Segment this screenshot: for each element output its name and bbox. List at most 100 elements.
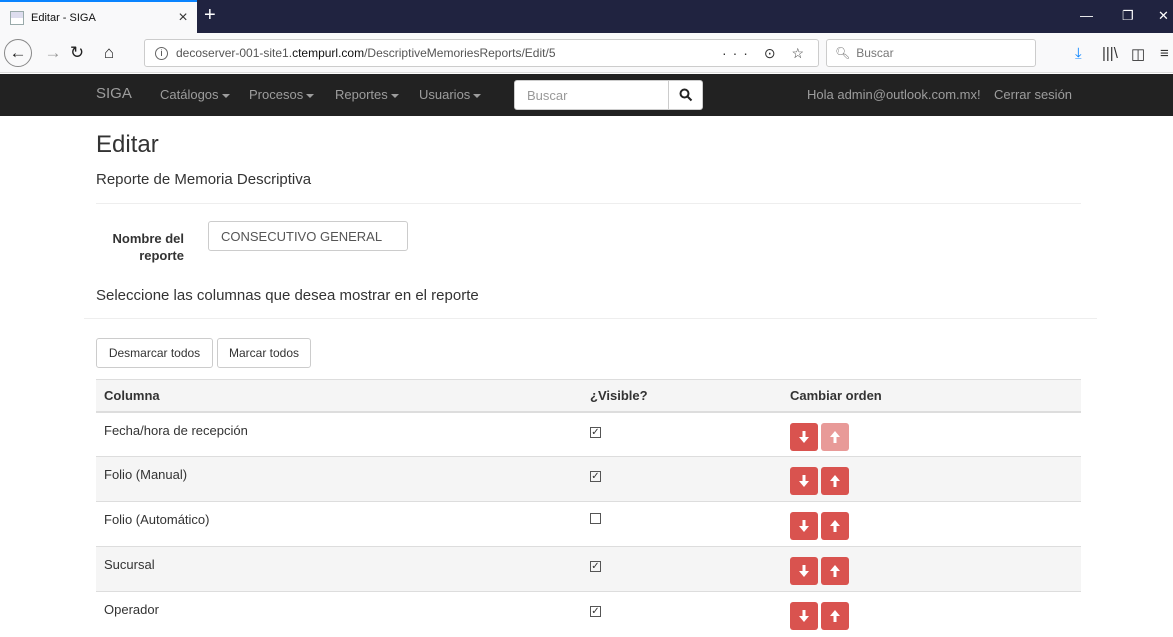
header-visible: ¿Visible? [582,379,782,413]
visible-checkbox[interactable]: ✓ [590,426,601,438]
caret-down-icon [473,93,482,98]
order-cell [782,546,1081,592]
app-search-placeholder: Buscar [527,87,568,103]
column-name-cell: Sucursal [96,546,582,592]
visible-cell: ✓ [582,546,782,592]
user-greeting[interactable]: Hola admin@outlook.com.mx! [807,87,981,102]
columns-table: Columna ¿Visible? Cambiar orden Fecha/ho… [96,379,1081,637]
logout-link[interactable]: Cerrar sesión [994,87,1072,102]
table-row: Folio (Automático) [96,501,1081,547]
caret-down-icon [306,93,315,98]
menu-reportes[interactable]: Reportes [335,87,399,102]
move-up-button[interactable] [821,467,849,495]
app-search-input[interactable]: Buscar [514,80,669,110]
move-up-button[interactable] [821,557,849,585]
report-name-input[interactable]: CONSECUTIVO GENERAL [208,221,408,251]
caret-down-icon [221,93,230,98]
header-cambiar-orden: Cambiar orden [782,379,1081,413]
move-down-button[interactable] [790,422,818,451]
table-header-row: Columna ¿Visible? Cambiar orden [96,379,1081,413]
home-icon[interactable]: ⌂ [96,40,122,66]
visible-checkbox[interactable] [590,513,601,524]
visible-cell: ✓ [582,591,782,637]
move-up-button[interactable] [821,422,849,451]
close-window-icon[interactable]: ✕ [1158,8,1169,24]
table-row: Sucursal ✓ [96,546,1081,592]
move-down-button[interactable] [790,557,818,585]
restore-icon[interactable]: ❐ [1122,8,1134,24]
visible-cell: ✓ [582,456,782,502]
move-down-button[interactable] [790,467,818,495]
arrow-up-icon [830,430,840,443]
sidebar-icon[interactable]: ◫ [1131,45,1145,63]
order-cell [782,456,1081,502]
column-name-cell: Operador [96,591,582,637]
close-tab-icon[interactable]: × [173,9,193,27]
order-cell [782,411,1081,457]
order-cell [782,591,1081,637]
move-up-button[interactable] [821,512,849,540]
info-icon[interactable]: i [155,46,168,60]
page-subtitle: Reporte de Memoria Descriptiva [96,171,312,188]
move-down-button[interactable] [790,602,818,630]
arrow-up-icon [830,565,840,577]
browser-toolbar: ← → ↻ ⌂ i decoserver-001-site1. ctempurl.… [0,33,1173,73]
table-row: Fecha/hora de recepción ✓ [96,411,1081,457]
back-icon[interactable]: ← [4,39,32,67]
report-name-label: Nombre del reporte [112,231,184,263]
arrow-down-icon [799,520,809,532]
forward-icon[interactable]: → [40,40,66,66]
search-icon [679,88,692,102]
library-icon[interactable]: |||\ [1102,45,1118,62]
arrow-up-icon [830,610,840,622]
page-actions-icon[interactable]: ··· ⊙ ☆ [722,45,810,62]
arrow-up-icon [830,520,840,532]
order-cell [782,501,1081,547]
column-name-cell: Folio (Manual) [96,456,582,502]
visible-checkbox[interactable]: ✓ [590,561,601,572]
visible-cell [582,501,782,547]
move-up-button[interactable] [821,602,849,630]
visible-checkbox[interactable]: ✓ [590,471,601,482]
arrow-down-icon [799,430,809,443]
page-title: Editar [96,131,159,158]
menu-icon[interactable]: ≡ [1160,45,1169,62]
divider [96,203,1081,204]
favicon-icon [10,10,24,25]
minimize-icon[interactable]: — [1080,8,1093,23]
tab-title: Editar - SIGA [31,11,96,24]
column-name-cell: Folio (Automático) [96,501,582,547]
table-row: Folio (Manual) ✓ [96,456,1081,502]
menu-procesos[interactable]: Procesos [249,87,315,102]
app-navbar: SIGA Catálogos Procesos Reportes Usuario… [0,74,1173,116]
url-bar[interactable]: i decoserver-001-site1. ctempurl.com/Desc… [144,39,819,67]
url-prefix: decoserver-001-site1. [176,46,293,60]
brand[interactable]: SIGA [96,85,132,102]
column-name-cell: Fecha/hora de recepción [96,411,582,457]
menu-usuarios[interactable]: Usuarios [419,87,482,102]
menu-catalogos[interactable]: Catálogos [160,87,230,102]
app-search-button[interactable] [668,80,703,110]
download-icon[interactable]: ⤓ [1075,45,1082,62]
arrow-up-icon [830,475,840,487]
browser-search-placeholder: Buscar [856,46,894,60]
browser-tab-bar: Editar - SIGA × + — ❐ ✕ [0,0,1173,33]
url-host: ctempurl.com [292,46,365,60]
move-down-button[interactable] [790,512,818,540]
arrow-down-icon [799,565,809,577]
browser-tab[interactable]: Editar - SIGA × [0,0,197,33]
caret-down-icon [390,93,399,98]
header-columna: Columna [96,379,582,413]
visible-checkbox[interactable]: ✓ [590,606,601,617]
check-all-button[interactable]: Marcar todos [217,338,311,368]
browser-search-input[interactable]: 🔍︎ Buscar [826,39,1036,67]
arrow-down-icon [799,475,809,487]
url-path: /DescriptiveMemoriesReports/Edit/5 [364,46,556,60]
search-icon: 🔍︎ [835,46,851,60]
new-tab-icon[interactable]: + [204,4,216,27]
uncheck-all-button[interactable]: Desmarcar todos [96,338,213,368]
visible-cell: ✓ [582,411,782,457]
reload-icon[interactable]: ↻ [64,40,90,66]
table-row: Operador ✓ [96,591,1081,637]
arrow-down-icon [799,610,809,622]
